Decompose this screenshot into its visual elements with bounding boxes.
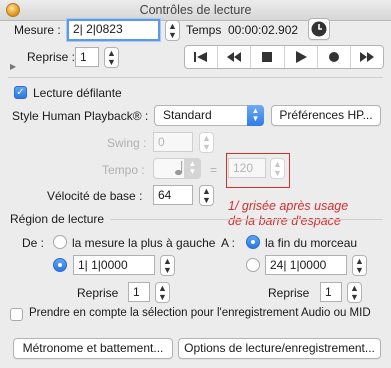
- reprise-from-stepper[interactable]: ▲ ▼: [155, 282, 170, 303]
- chevron-updown-icon: ▲ ▼: [184, 158, 201, 179]
- reprise-to-input[interactable]: 1: [320, 282, 342, 302]
- from-measure-input[interactable]: 1| 1|0000: [73, 255, 155, 275]
- velocite-label: Vélocité de base :: [47, 189, 143, 203]
- to-measure-input[interactable]: 24| 1|0000: [265, 255, 347, 275]
- metronome-button[interactable]: Métronome et battement...: [13, 338, 173, 359]
- close-window-button[interactable]: [6, 3, 20, 17]
- window-title: Contrôles de lecture: [139, 3, 252, 17]
- swing-input[interactable]: 0: [153, 132, 193, 152]
- tempo-label: Tempo :: [102, 163, 145, 177]
- go-to-start-icon: [194, 52, 208, 62]
- playback-options-button[interactable]: Options de lecture/enregistrement...: [178, 338, 381, 359]
- annotation-line-2: de la barre d'espace: [228, 214, 341, 228]
- to-measure-value: 24| 1|0000: [270, 258, 327, 272]
- mesure-input[interactable]: 2| 2|0823: [67, 19, 160, 41]
- lecture-defilante-checkbox[interactable]: ✓: [14, 86, 27, 99]
- selection-label: Prendre en compte la sélection pour l'en…: [29, 307, 371, 319]
- a-label: A :: [221, 236, 236, 250]
- mesure-stepper[interactable]: ▲ ▼: [165, 20, 180, 41]
- swing-value: 0: [158, 135, 165, 149]
- to-measure-stepper[interactable]: ▲ ▼: [352, 255, 367, 276]
- tempo-equals: =: [210, 163, 218, 177]
- reprise-from-input[interactable]: 1: [128, 282, 150, 302]
- reprise-input[interactable]: 1: [75, 47, 99, 67]
- transport-controls: [184, 45, 384, 69]
- selection-checkbox[interactable]: [10, 308, 23, 321]
- separator: [8, 77, 383, 78]
- play-button[interactable]: [285, 46, 318, 68]
- reprise-stepper[interactable]: ▲ ▼: [104, 47, 119, 68]
- stop-icon: [262, 52, 273, 62]
- velocite-input[interactable]: 64: [153, 185, 193, 205]
- preferences-hp-button[interactable]: Préférences HP...: [271, 105, 381, 126]
- velocite-value: 64: [158, 188, 172, 202]
- human-playback-value: Standard: [163, 108, 212, 122]
- temps-label: Temps: [186, 23, 222, 37]
- chevron-updown-icon: ▲ ▼: [247, 105, 264, 126]
- reprise-from-label: Reprise: [77, 286, 119, 300]
- annotation-box: [226, 153, 290, 188]
- de-label: De :: [22, 236, 45, 250]
- to-value-radio[interactable]: [246, 258, 260, 272]
- to-end-label: la fin du morceau: [265, 236, 358, 250]
- from-value-radio[interactable]: [53, 258, 67, 272]
- annotation-line-1: 1/ grisée après usage: [228, 199, 349, 213]
- reprise-to-label: Reprise: [268, 286, 310, 300]
- swing-label: Swing :: [107, 136, 147, 150]
- go-to-start-button[interactable]: [185, 46, 219, 68]
- playback-controls-window: Contrôles de lecture Mesure : 2| 2|0823 …: [0, 0, 391, 368]
- stop-button[interactable]: [251, 46, 285, 68]
- human-playback-label: Style Human Playback® :: [12, 109, 149, 123]
- reprise-to-value: 1: [325, 285, 332, 299]
- record-icon: [328, 52, 339, 62]
- reprise-from-value: 1: [133, 285, 140, 299]
- tempo-note-select[interactable]: ▲ ▼: [153, 158, 201, 179]
- from-leftmost-radio[interactable]: [53, 235, 67, 249]
- velocite-stepper[interactable]: ▲ ▼: [199, 185, 214, 206]
- mesure-label: Mesure :: [14, 23, 61, 37]
- from-measure-value: 1| 1|0000: [78, 258, 128, 272]
- region-title: Région de lecture: [10, 212, 105, 226]
- disclosure-triangle-icon[interactable]: ▶: [10, 62, 16, 71]
- record-button[interactable]: [318, 46, 351, 68]
- fast-forward-icon: [359, 52, 374, 62]
- clock-button[interactable]: [308, 18, 330, 40]
- reprise-to-stepper[interactable]: ▲ ▼: [347, 282, 362, 303]
- to-end-radio[interactable]: [246, 235, 260, 249]
- temps-value: 00:00:02.902: [228, 23, 299, 37]
- mesure-value: 2| 2|0823: [73, 22, 123, 36]
- human-playback-select[interactable]: Standard ▲ ▼: [154, 105, 264, 126]
- rewind-button[interactable]: [218, 46, 252, 68]
- swing-stepper[interactable]: ▲ ▼: [199, 132, 214, 153]
- lecture-defilante-label: Lecture défilante: [33, 86, 122, 100]
- title-bar: Contrôles de lecture: [0, 0, 391, 21]
- play-icon: [295, 51, 307, 63]
- reprise-value: 1: [80, 50, 87, 64]
- annotation-note: 1/ grisée après usage de la barre d'espa…: [228, 199, 388, 229]
- rewind-icon: [227, 52, 242, 62]
- from-leftmost-label: la mesure la plus à gauche: [72, 236, 216, 250]
- clock-icon: [311, 21, 327, 37]
- reprise-label: Reprise :: [27, 50, 76, 64]
- region-separator: [110, 219, 383, 220]
- fast-forward-button[interactable]: [351, 46, 383, 68]
- from-measure-stepper[interactable]: ▲ ▼: [160, 255, 175, 276]
